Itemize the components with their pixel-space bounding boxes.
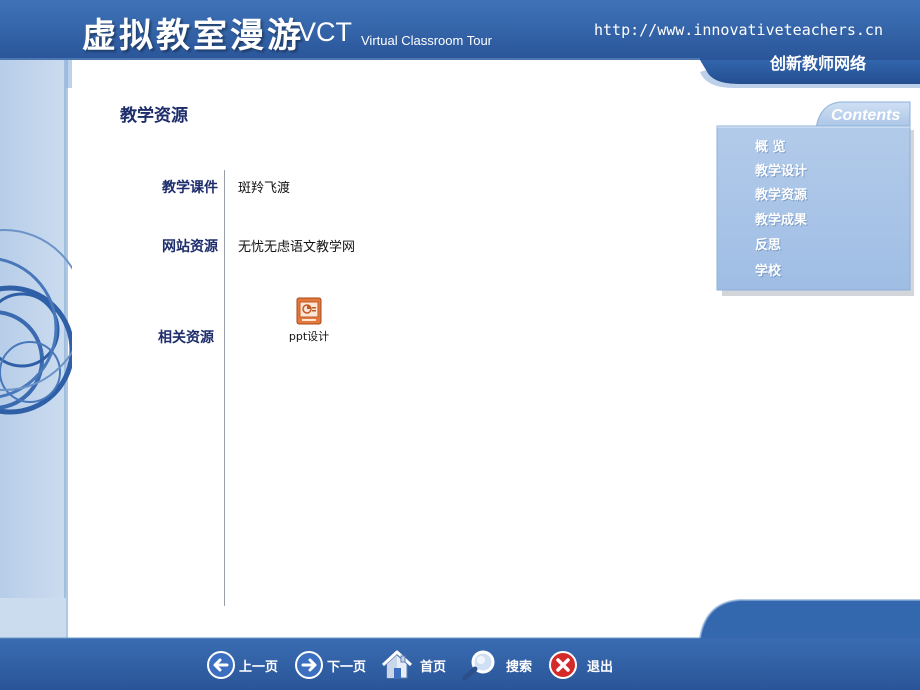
prev-page-label: 上一页 [239,659,279,675]
ppt-file-item[interactable]: ppt设计 [280,297,338,344]
home-icon [381,650,413,679]
app-title: 虚拟教室漫游 [82,16,304,56]
header-banner: 虚拟教室漫游 VCT Virtual Classroom Tour http:/… [0,0,920,88]
home-label: 首页 [420,659,447,675]
magnifier-icon [462,650,495,681]
menu-item-teaching-results[interactable]: 教学成果 [755,209,807,228]
row-label-websites: 网站资源 [162,239,218,255]
next-page-button[interactable]: 下一页 [294,648,366,682]
close-icon [549,651,577,679]
powerpoint-file-icon [296,297,322,325]
app-subtitle: Virtual Classroom Tour [361,33,493,48]
contents-panel: Contents 概 览 教学设计 教学资源 教学成果 反思 学校 [714,100,914,296]
row-label-courseware: 教学课件 [162,180,218,196]
footer-nav-bar: 上一页 下一页 首页 搜索 退出 [0,598,920,690]
exit-button[interactable]: 退出 [548,648,613,682]
menu-item-teaching-resources[interactable]: 教学资源 [755,184,807,203]
next-page-label: 下一页 [327,659,367,675]
ppt-file-label: ppt设计 [288,330,330,343]
exit-label: 退出 [587,659,614,675]
contents-title: Contents [831,107,901,124]
left-decorative-band [0,60,72,640]
site-url[interactable]: http://www.innovativeteachers.cn [594,21,883,39]
arrow-right-icon [295,651,323,679]
page-title: 教学资源 [120,106,188,126]
prev-page-button[interactable]: 上一页 [206,648,278,682]
menu-item-overview[interactable]: 概 览 [755,136,786,155]
menu-item-school[interactable]: 学校 [755,260,781,279]
site-name: 创新教师网络 [770,54,867,73]
menu-item-teaching-design[interactable]: 教学设计 [755,160,807,179]
home-button[interactable]: 首页 [380,648,446,682]
row-label-related: 相关资源 [158,330,214,346]
courseware-link[interactable]: 斑羚飞渡 [238,177,290,196]
app-abbreviation: VCT [298,17,352,47]
search-button[interactable]: 搜索 [460,648,532,682]
menu-item-reflection[interactable]: 反思 [755,234,781,253]
website-link[interactable]: 无忧无虑语文教学网 [238,236,355,255]
vertical-divider [224,170,225,606]
contents-panel-background [716,101,914,296]
arrow-left-icon [207,651,235,679]
search-label: 搜索 [506,659,533,675]
